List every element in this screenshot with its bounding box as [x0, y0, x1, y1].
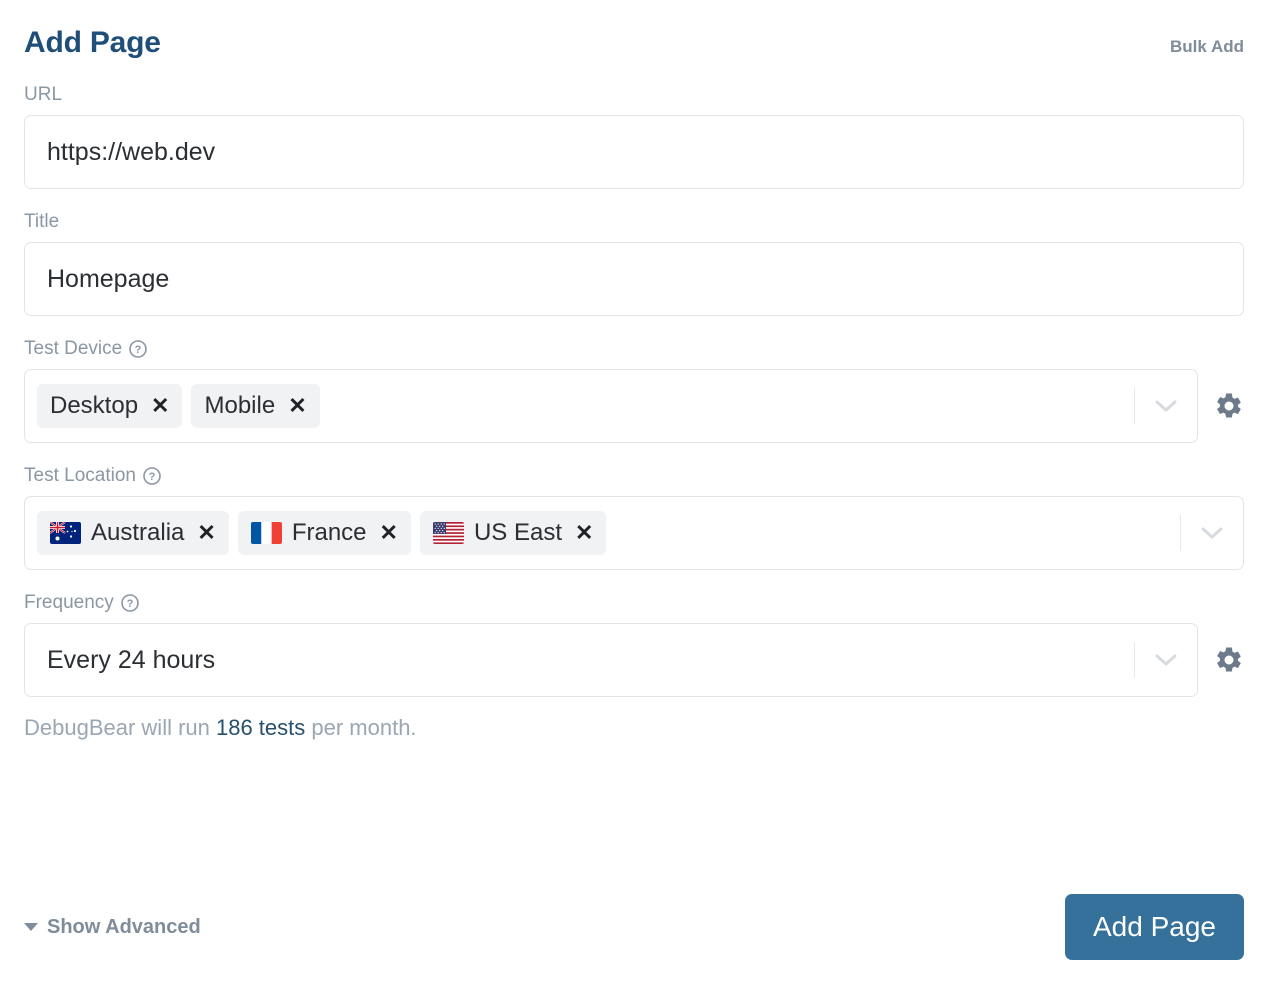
flag-au-icon	[50, 522, 81, 544]
gear-icon[interactable]	[1214, 391, 1244, 421]
bulk-add-link[interactable]: Bulk Add	[1170, 35, 1244, 59]
chip-label: Mobile	[204, 392, 276, 419]
field-test-location: Test Location ? Australia ✕ France ✕ US …	[24, 463, 1244, 570]
chip-desktop[interactable]: Desktop ✕	[37, 384, 183, 428]
field-url: URL	[24, 82, 1244, 189]
frequency-indicators	[1134, 630, 1197, 690]
url-label: URL	[24, 84, 63, 105]
url-input[interactable]	[24, 115, 1244, 189]
title-input[interactable]	[24, 242, 1244, 316]
test-location-label-row: Test Location ?	[24, 463, 1244, 489]
test-location-label: Test Location	[24, 465, 136, 486]
frequency-label-row: Frequency ?	[24, 590, 1244, 616]
url-label-row: URL	[24, 82, 1244, 108]
chip-remove-icon[interactable]: ✕	[575, 522, 593, 544]
frequency-select[interactable]: Every 24 hours	[24, 623, 1198, 697]
title-label: Title	[24, 211, 60, 232]
test-count-link[interactable]: 186 tests	[216, 715, 305, 740]
caret-down-icon	[24, 923, 38, 931]
chip-label: Desktop	[50, 392, 139, 419]
chip-remove-icon[interactable]: ✕	[151, 395, 169, 417]
test-device-label: Test Device	[24, 338, 123, 359]
chip-us-east[interactable]: US East ✕	[419, 511, 607, 555]
title-label-row: Title	[24, 209, 1244, 235]
svg-text:?: ?	[126, 598, 133, 610]
test-device-control-row: Desktop ✕ Mobile ✕	[24, 369, 1244, 443]
frequency-label: Frequency	[24, 592, 114, 613]
svg-text:?: ?	[149, 471, 156, 483]
note-prefix: DebugBear will run	[24, 715, 216, 740]
test-location-control-row: Australia ✕ France ✕ US East ✕	[24, 496, 1244, 570]
chip-mobile[interactable]: Mobile ✕	[191, 384, 320, 428]
svg-text:?: ?	[135, 344, 142, 356]
test-device-multiselect[interactable]: Desktop ✕ Mobile ✕	[24, 369, 1198, 443]
test-count-note: DebugBear will run 186 tests per month.	[24, 713, 1244, 743]
field-test-device: Test Device ? Desktop ✕ Mobile ✕	[24, 336, 1244, 443]
add-page-button[interactable]: Add Page	[1065, 894, 1244, 960]
test-location-indicators	[1180, 503, 1243, 563]
test-location-multiselect[interactable]: Australia ✕ France ✕ US East ✕	[24, 496, 1244, 570]
chevron-down-icon[interactable]	[1135, 652, 1197, 668]
form-header: Add Page Bulk Add	[24, 0, 1244, 62]
chevron-down-icon[interactable]	[1181, 525, 1243, 541]
chip-remove-icon[interactable]: ✕	[197, 522, 215, 544]
test-location-chips: Australia ✕ France ✕ US East ✕	[37, 511, 1180, 555]
flag-fr-icon	[250, 522, 282, 544]
chip-label: France	[291, 519, 367, 546]
frequency-value: Every 24 hours	[47, 646, 216, 674]
chip-australia[interactable]: Australia ✕	[37, 511, 229, 555]
question-circle-icon[interactable]: ?	[143, 467, 161, 485]
form-footer: Show Advanced Add Page	[24, 894, 1244, 960]
question-circle-icon[interactable]: ?	[120, 594, 139, 612]
gear-icon[interactable]	[1214, 645, 1244, 675]
test-device-chips: Desktop ✕ Mobile ✕	[37, 384, 1134, 428]
chip-remove-icon[interactable]: ✕	[380, 522, 398, 544]
add-page-form: Add Page Bulk Add URL Title Test Device …	[0, 0, 1268, 984]
field-title: Title	[24, 209, 1244, 316]
chevron-down-icon[interactable]	[1135, 398, 1197, 414]
chip-remove-icon[interactable]: ✕	[288, 395, 306, 417]
frequency-control-row: Every 24 hours	[24, 623, 1244, 697]
note-suffix: per month.	[305, 715, 417, 740]
flag-us-icon	[432, 522, 464, 544]
test-device-indicators	[1134, 376, 1197, 436]
page-title: Add Page	[24, 26, 161, 59]
show-advanced-label: Show Advanced	[47, 915, 201, 938]
chip-france[interactable]: France ✕	[237, 511, 411, 555]
chip-label: Australia	[91, 519, 185, 546]
chip-label: US East	[473, 519, 562, 546]
test-device-label-row: Test Device ?	[24, 336, 1244, 362]
show-advanced-toggle[interactable]: Show Advanced	[24, 916, 201, 939]
question-circle-icon[interactable]: ?	[129, 340, 148, 358]
field-frequency: Frequency ? Every 24 hours	[24, 590, 1244, 697]
